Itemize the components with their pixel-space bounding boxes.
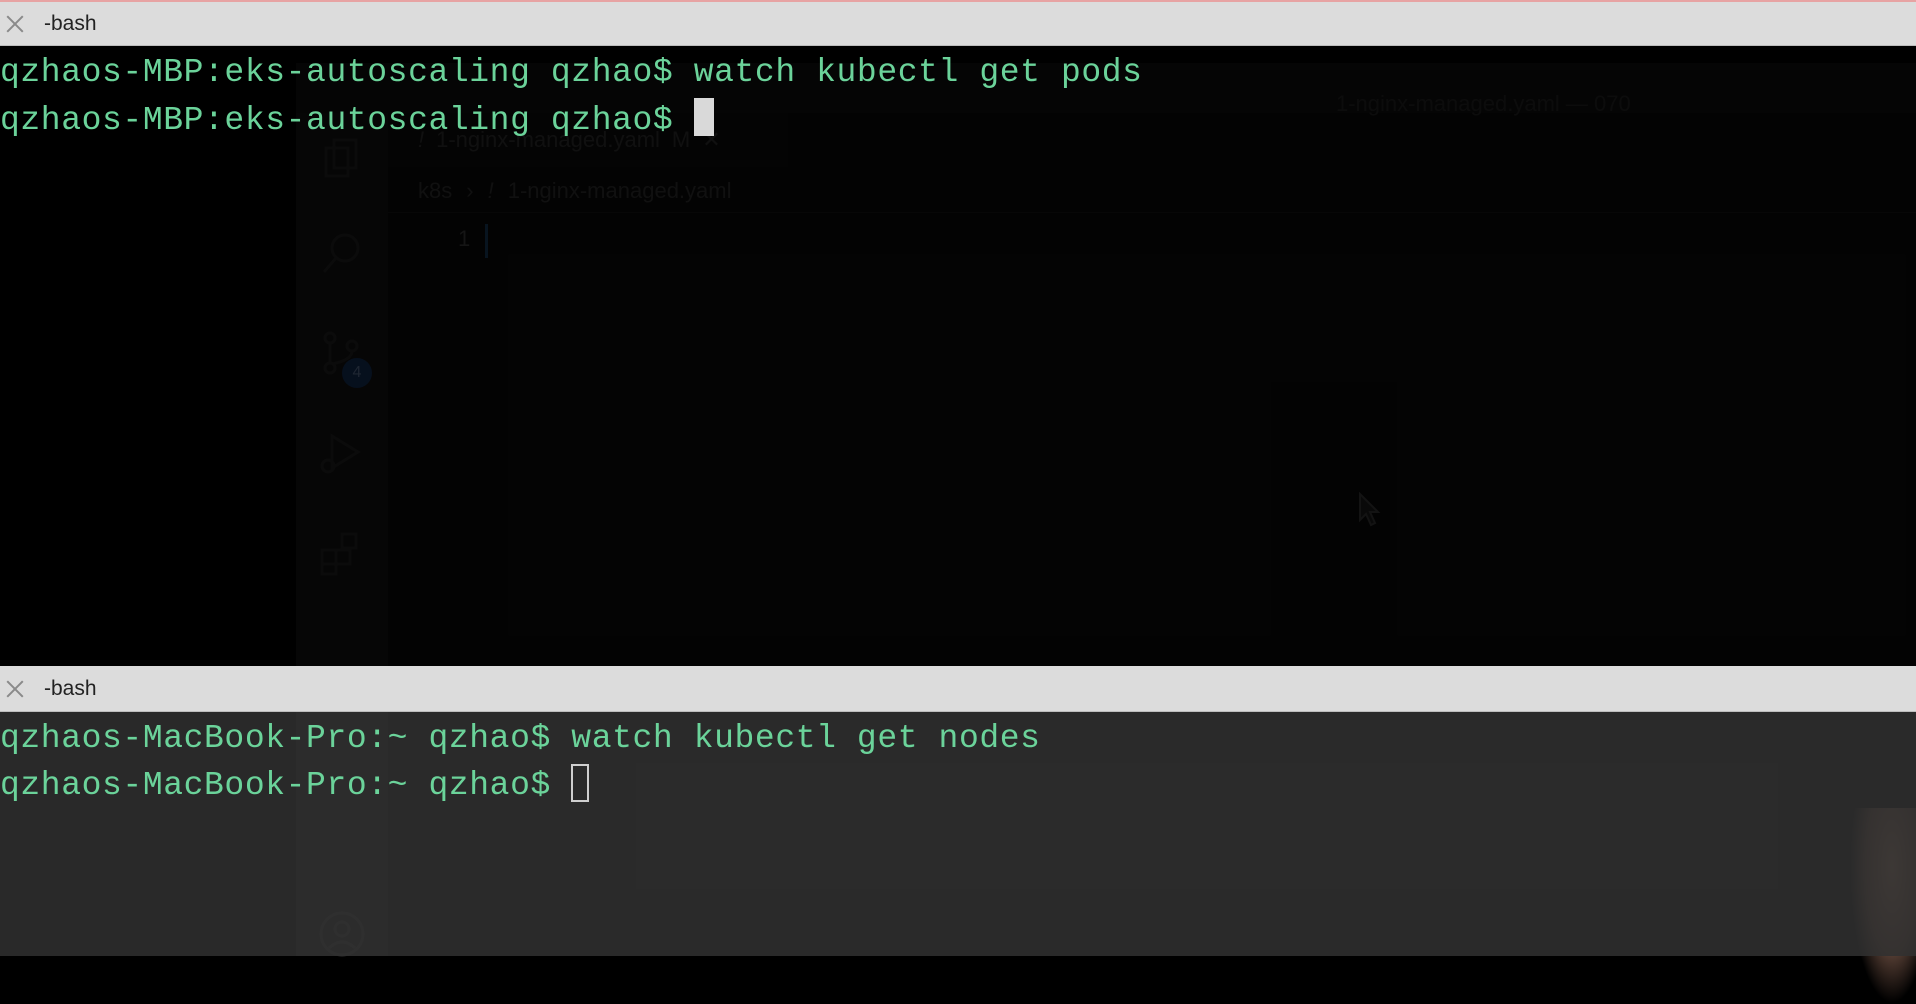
terminal-pane-top[interactable]: qzhaos-MBP:eks-autoscaling qzhao$ watch … <box>0 46 1916 666</box>
terminal-pane-bottom[interactable]: qzhaos-MacBook-Pro:~ qzhao$ watch kubect… <box>0 712 1916 956</box>
terminal-tab-title-bottom[interactable]: -bash <box>44 677 97 701</box>
terminal-tab-bar-bottom: -bash <box>0 666 1916 712</box>
terminal-line-text: qzhaos-MacBook-Pro:~ qzhao$ watch kubect… <box>0 720 1041 757</box>
terminal-line: qzhaos-MBP:eks-autoscaling qzhao$ watch … <box>0 54 1143 91</box>
terminal-cursor <box>693 98 714 136</box>
terminal-cursor <box>571 764 590 802</box>
terminal-line-text: qzhaos-MacBook-Pro:~ qzhao$ <box>0 767 572 804</box>
terminal-line: qzhaos-MacBook-Pro:~ qzhao$ watch kubect… <box>0 720 1041 757</box>
close-icon[interactable] <box>4 678 26 700</box>
terminal-prompt-line: qzhaos-MBP:eks-autoscaling qzhao$ <box>0 98 714 139</box>
terminal-line-text: qzhaos-MBP:eks-autoscaling qzhao$ <box>0 102 694 139</box>
terminal-prompt-line: qzhaos-MacBook-Pro:~ qzhao$ <box>0 764 590 804</box>
terminal-tab-title-top[interactable]: -bash <box>44 12 97 36</box>
close-icon[interactable] <box>4 13 26 35</box>
terminal-tab-bar-top: -bash <box>0 0 1916 46</box>
terminal-line-text: qzhaos-MBP:eks-autoscaling qzhao$ watch … <box>0 54 1143 91</box>
